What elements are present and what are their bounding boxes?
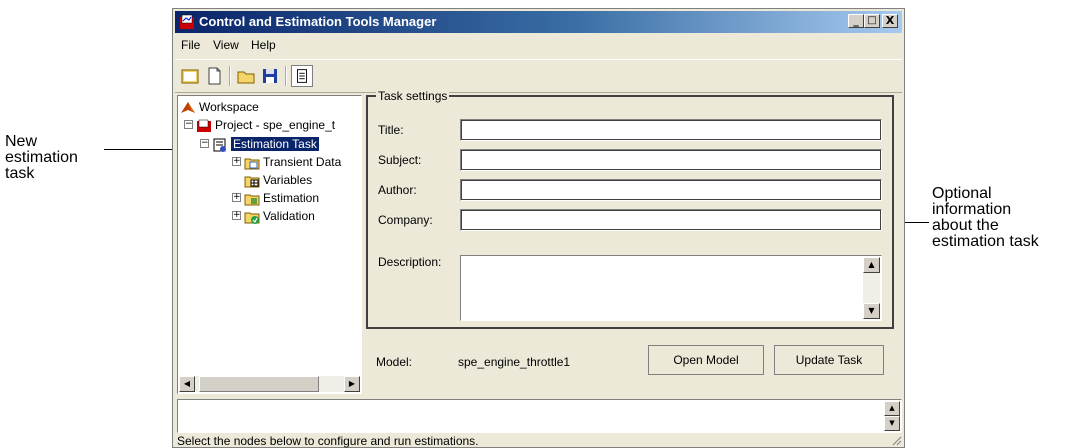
tree-validation-label: Validation: [263, 209, 315, 223]
tree-variables[interactable]: Variables: [244, 171, 312, 189]
task-details-panel: Task settings Title: Subject: Author: Co…: [366, 89, 898, 394]
tree-estimation-task-label: Estimation Task: [231, 137, 319, 151]
author-field[interactable]: [460, 179, 882, 201]
validation-folder-icon: [244, 212, 260, 224]
optional-information-callout: Optional information about the estimatio…: [932, 185, 1039, 250]
tree-validation[interactable]: Validation: [244, 207, 315, 225]
app-icon: [180, 14, 194, 29]
tree-transient-data[interactable]: Transient Data: [244, 153, 341, 171]
title-label: Title:: [378, 123, 404, 137]
task-settings-group: Task settings Title: Subject: Author: Co…: [366, 89, 894, 329]
scroll-down-arrow-icon[interactable]: ▼: [863, 303, 880, 319]
tree-estimation-task[interactable]: Estimation Task: [212, 135, 319, 153]
description-vertical-scrollbar[interactable]: ▲ ▼: [863, 257, 880, 319]
menu-bar: File View Help: [175, 35, 902, 55]
tree-transient-data-label: Transient Data: [263, 155, 342, 169]
scroll-thumb[interactable]: [199, 376, 319, 392]
menu-view[interactable]: View: [213, 38, 239, 52]
scroll-right-arrow-icon[interactable]: ▶: [344, 376, 360, 392]
maximize-button[interactable]: □: [864, 14, 880, 28]
tree-horizontal-scrollbar[interactable]: ◀ ▶: [179, 376, 360, 392]
scroll-left-arrow-icon[interactable]: ◀: [179, 376, 195, 392]
tree-variables-label: Variables: [263, 173, 313, 187]
tree-workspace-label: Workspace: [199, 100, 259, 114]
task-settings-legend: Task settings: [376, 89, 450, 103]
console-scroll-up-icon[interactable]: ▲: [884, 401, 900, 416]
validation-expand-toggle[interactable]: +: [232, 211, 241, 220]
variables-folder-icon: [244, 176, 260, 188]
save-icon[interactable]: [259, 65, 281, 87]
scroll-up-arrow-icon[interactable]: ▲: [863, 257, 880, 273]
resize-grip-icon[interactable]: [890, 434, 902, 446]
menu-help[interactable]: Help: [251, 38, 276, 52]
project-icon: [197, 119, 211, 132]
tree-project-label: Project - spe_engine_t: [215, 118, 336, 132]
estimation-expand-toggle[interactable]: +: [232, 193, 241, 202]
estimation-task-icon: [213, 138, 226, 152]
output-console[interactable]: ▲ ▼: [177, 399, 902, 433]
status-bar: Select the nodes below to configure and …: [177, 434, 479, 448]
title-field[interactable]: [460, 119, 882, 141]
toolbar-separator: [229, 66, 231, 86]
project-collapse-toggle[interactable]: −: [184, 120, 193, 129]
tools-manager-window: Control and Estimation Tools Manager _ □…: [172, 8, 905, 448]
tree-estimation[interactable]: Estimation: [244, 189, 319, 207]
matlab-logo-icon: [181, 101, 195, 113]
project-tree: Workspace − Project - spe_engine_t − Est…: [177, 95, 362, 394]
minimize-button[interactable]: _: [848, 14, 864, 28]
tree-project[interactable]: Project - spe_engine_t: [196, 116, 335, 134]
toolbar-separator: [285, 66, 287, 86]
new-project-icon[interactable]: [179, 65, 201, 87]
estimation-folder-icon: [244, 194, 260, 206]
window-title: Control and Estimation Tools Manager: [199, 14, 437, 29]
company-field[interactable]: [460, 209, 882, 231]
new-estimation-task-callout: New estimation task: [5, 133, 78, 182]
tree-estimation-label: Estimation: [263, 191, 320, 205]
transient-data-expand-toggle[interactable]: +: [232, 157, 241, 166]
tree-workspace[interactable]: Workspace: [180, 98, 259, 116]
title-bar[interactable]: Control and Estimation Tools Manager _ □…: [175, 11, 902, 33]
task-collapse-toggle[interactable]: −: [200, 139, 209, 148]
company-label: Company:: [378, 213, 433, 227]
properties-icon[interactable]: [291, 65, 313, 87]
description-label: Description:: [378, 255, 442, 269]
close-button[interactable]: X: [882, 14, 898, 28]
author-label: Author:: [378, 183, 417, 197]
menu-file[interactable]: File: [181, 38, 200, 52]
subject-label: Subject:: [378, 153, 422, 167]
model-name: spe_engine_throttle1: [458, 355, 571, 369]
description-textarea[interactable]: ▲ ▼: [460, 255, 882, 321]
open-folder-icon[interactable]: [235, 65, 257, 87]
subject-field[interactable]: [460, 149, 882, 171]
update-task-button[interactable]: Update Task: [774, 345, 884, 375]
open-model-button[interactable]: Open Model: [648, 345, 764, 375]
console-scroll-down-icon[interactable]: ▼: [884, 416, 900, 431]
new-task-icon[interactable]: [203, 65, 225, 87]
model-label: Model:: [376, 355, 413, 369]
toolbar: [175, 59, 902, 93]
data-folder-icon: [244, 158, 260, 170]
